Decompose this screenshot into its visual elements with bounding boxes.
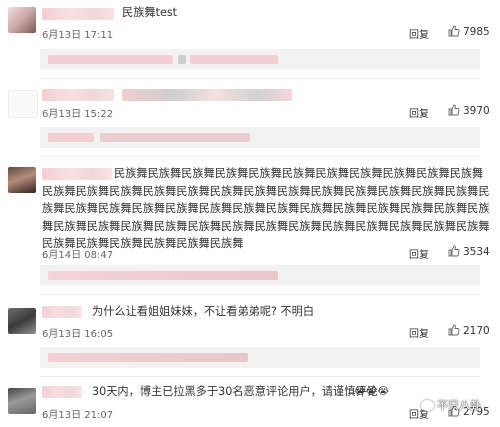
watermark: 不只八卦 — [437, 399, 481, 412]
thumbs-up-icon — [448, 104, 460, 116]
thumbs-up-icon — [448, 324, 460, 336]
comment-text: 民族舞test — [122, 6, 178, 19]
like-button[interactable]: 3534 — [448, 245, 490, 258]
username-blurred[interactable] — [42, 8, 114, 20]
avatar[interactable] — [8, 90, 38, 118]
emoji-icon: 😭😭😭 — [354, 386, 390, 397]
like-count: 2170 — [463, 325, 490, 337]
comment-item: 民族舞test 6月13日 17:11 回复 7985 — [0, 0, 500, 70]
comment-item: 民族舞民族舞民族舞民族舞民族舞民族舞民族舞民族舞民族舞民族舞民族舞民族舞民族舞民… — [0, 158, 500, 293]
like-button[interactable]: 7985 — [448, 25, 490, 38]
comment-text: 30天内，博主已拉黑多于30名恶意评论用户，请谨慎评论 — [92, 385, 378, 398]
comment-text-blurred — [122, 89, 292, 101]
sub-reply-preview[interactable] — [40, 127, 480, 148]
username-blurred[interactable] — [42, 306, 82, 318]
avatar[interactable] — [8, 388, 36, 414]
sub-reply-preview[interactable] — [40, 347, 480, 368]
comment-time: 6月13日 17:11 — [42, 30, 114, 41]
comment-item: 6月13日 15:22 回复 3970 — [0, 80, 500, 150]
avatar[interactable] — [8, 7, 36, 33]
comment-time: 6月13日 21:07 — [42, 410, 114, 421]
reply-button[interactable]: 回复 — [409, 246, 429, 261]
like-button[interactable]: 3970 — [448, 104, 490, 117]
like-button[interactable]: 2170 — [448, 324, 490, 337]
username-blurred[interactable] — [42, 386, 82, 398]
comment-time: 6月13日 15:22 — [42, 109, 114, 120]
sub-reply-preview[interactable] — [40, 49, 480, 70]
username-blurred[interactable] — [42, 89, 114, 101]
avatar[interactable] — [8, 308, 36, 334]
comment-text: 民族舞民族舞民族舞民族舞民族舞民族舞民族舞民族舞民族舞民族舞民族舞民族舞民族舞民… — [42, 167, 490, 250]
like-count: 7985 — [463, 26, 490, 38]
thumbs-up-icon — [448, 25, 460, 37]
comment-time: 6月14日 08:47 — [42, 250, 114, 261]
comment-item: 为什么让看姐姐妹妹，不让看弟弟呢? 不明白 6月13日 16:05 回复 217… — [0, 298, 500, 378]
reply-button[interactable]: 回复 — [409, 105, 429, 120]
like-count: 3970 — [463, 105, 490, 117]
reply-button[interactable]: 回复 — [409, 325, 429, 340]
comment-time: 6月13日 16:05 — [42, 329, 114, 340]
comment-text: 为什么让看姐姐妹妹，不让看弟弟呢? 不明白 — [92, 305, 315, 318]
wechat-icon — [421, 400, 434, 411]
thumbs-up-icon — [448, 245, 460, 257]
sub-reply-preview[interactable] — [40, 265, 480, 286]
reply-button[interactable]: 回复 — [409, 26, 429, 41]
avatar[interactable] — [8, 167, 36, 193]
like-count: 3534 — [463, 246, 490, 258]
